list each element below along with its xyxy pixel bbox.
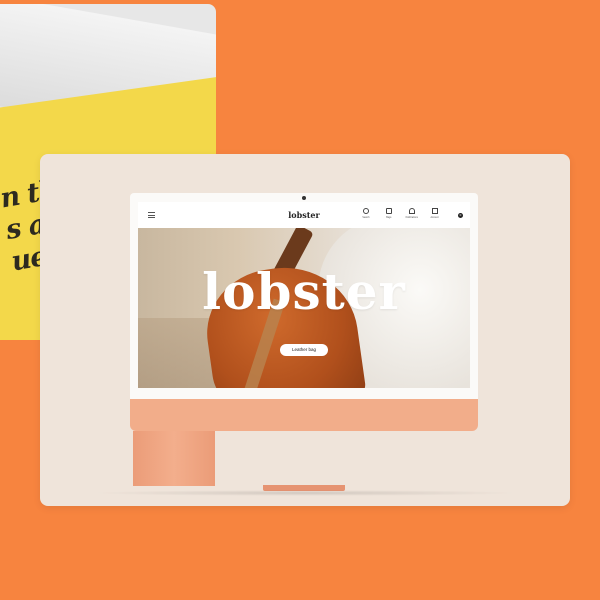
hamburger-menu-icon[interactable] <box>148 212 155 218</box>
bell-icon <box>409 208 415 214</box>
hero-banner: lobster Leather bag <box>138 228 470 388</box>
camera-icon <box>302 196 306 200</box>
search-icon <box>363 208 369 214</box>
leather-bag-button[interactable]: Leather bag <box>280 344 328 356</box>
hero-title: lobster <box>202 262 406 321</box>
monitor-stand <box>133 431 215 486</box>
nav-bags[interactable]: Bags <box>382 208 396 219</box>
card-shadow <box>90 490 520 496</box>
nav-account[interactable]: Account <box>428 208 442 219</box>
cart-count-badge: 0 <box>458 213 463 218</box>
site-logo[interactable]: lobster <box>286 210 322 220</box>
nav-bags-label: Bags <box>386 216 392 219</box>
nav-actions: Search Bags Notifications Account 0 <box>359 208 463 219</box>
nav-notifications-label: Notifications <box>405 216 419 219</box>
nav-search-label: Search <box>362 216 370 219</box>
site-header: lobster Search Bags Notifications Accoun… <box>138 202 470 228</box>
nav-search[interactable]: Search <box>359 208 373 219</box>
nav-notifications[interactable]: Notifications <box>405 208 419 219</box>
account-icon <box>432 208 438 214</box>
monitor-chin <box>130 399 478 431</box>
nav-account-label: Account <box>430 216 440 219</box>
bag-icon <box>386 208 392 214</box>
cart-icon[interactable]: 0 <box>453 208 463 218</box>
website-screen: lobster Search Bags Notifications Accoun… <box>138 202 470 388</box>
